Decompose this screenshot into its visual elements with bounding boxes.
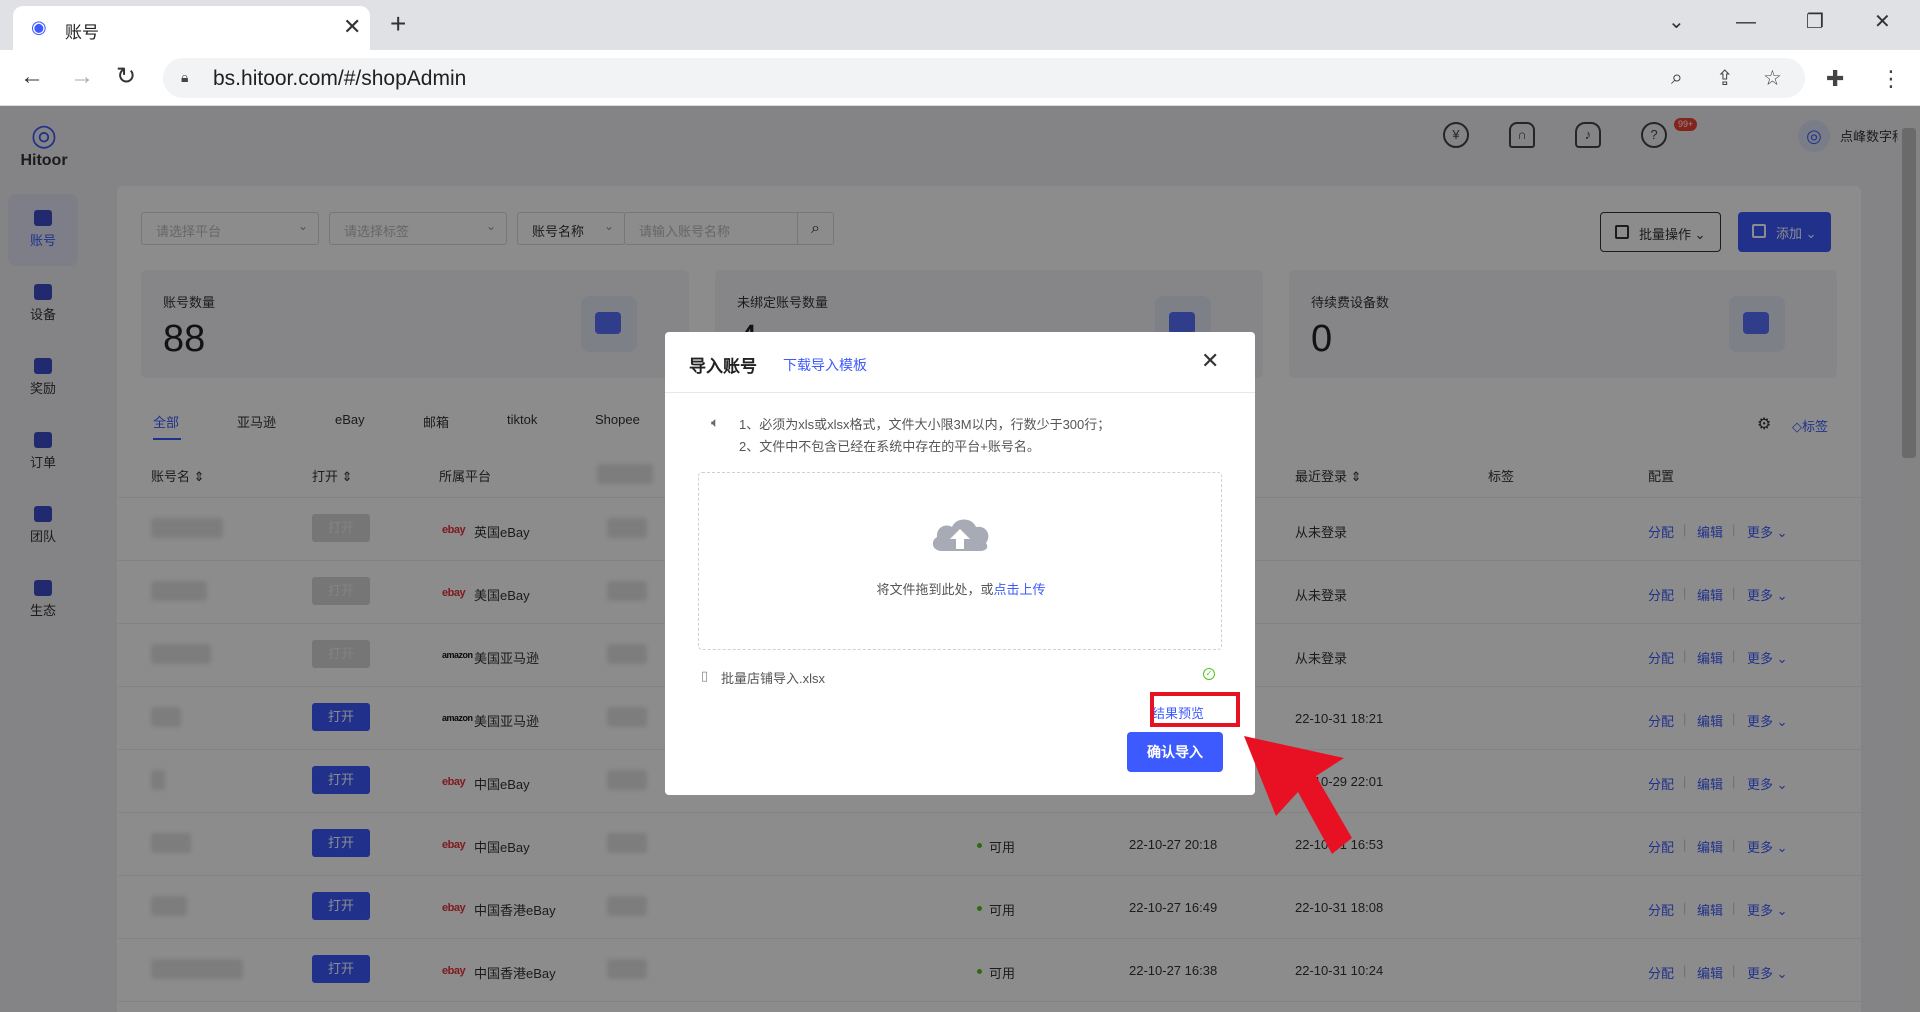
download-template-link[interactable]: 下载导入模板 — [783, 355, 867, 375]
url-text: bs.hitoor.com/#/shopAdmin — [213, 67, 467, 90]
menu-icon[interactable]: ⋮ — [1880, 66, 1902, 92]
forward-icon[interactable]: → — [70, 63, 94, 91]
bookmark-star-icon[interactable]: ☆ — [1763, 66, 1782, 91]
check-circle-icon: ✓ — [1203, 668, 1215, 680]
file-icon: ▯ — [701, 668, 709, 683]
close-icon[interactable]: ✕ — [1201, 348, 1219, 374]
click-upload-link[interactable]: 点击上传 — [994, 582, 1046, 597]
uploaded-file-name[interactable]: 批量店铺导入.xlsx — [721, 668, 825, 687]
cloud-upload-icon — [932, 519, 989, 551]
speaker-icon: 🔈︎ — [711, 414, 720, 430]
minimize-icon[interactable]: — — [1736, 10, 1756, 34]
confirm-import-button[interactable]: 确认导入 — [1127, 732, 1223, 772]
window-close-icon[interactable]: ✕ — [1874, 10, 1891, 34]
reload-icon[interactable]: ↻ — [116, 63, 136, 91]
restore-icon[interactable]: ❐ — [1806, 10, 1824, 34]
drop-text: 将文件拖到此处，或点击上传 — [699, 579, 1223, 598]
browser-tab-strip: ◉ 账号 ✕ + ⌄ — ❐ ✕ — [0, 0, 1920, 50]
modal-title: 导入账号 — [689, 357, 757, 376]
back-icon[interactable]: ← — [20, 63, 44, 91]
tab-search-icon[interactable]: ⌄ — [1668, 10, 1685, 34]
file-dropzone[interactable]: 将文件拖到此处，或点击上传 — [698, 472, 1222, 650]
url-field[interactable]: 🔒︎ bs.hitoor.com/#/shopAdmin ⌕ ⇪ ☆ — [163, 58, 1805, 98]
annotation-arrow-icon — [1244, 736, 1352, 854]
close-tab-icon[interactable]: ✕ — [343, 15, 361, 39]
share-icon[interactable]: ⇪ — [1716, 66, 1734, 91]
highlight-box — [1150, 692, 1240, 727]
modal-divider — [665, 392, 1255, 393]
new-tab-icon[interactable]: + — [390, 9, 406, 39]
extensions-icon[interactable]: ✚ — [1826, 66, 1844, 92]
tab-title: 账号 — [65, 23, 99, 42]
zoom-icon[interactable]: ⌕ — [1671, 66, 1683, 90]
drop-text-label: 将文件拖到此处，或 — [876, 582, 994, 597]
lock-icon: 🔒︎ — [181, 69, 189, 85]
notice-line-1: 1、必须为xls或xlsx格式，文件大小限3M以内，行数少于300行； — [739, 417, 1111, 432]
browser-tab[interactable]: ◉ 账号 ✕ — [13, 6, 370, 50]
import-notice: 1、必须为xls或xlsx格式，文件大小限3M以内，行数少于300行； 2、文件… — [739, 414, 1110, 458]
fingerprint-icon: ◉ — [31, 17, 47, 37]
address-bar: ← → ↻ 🔒︎ bs.hitoor.com/#/shopAdmin ⌕ ⇪ ☆… — [0, 50, 1920, 106]
notice-line-2: 2、文件中不包含已经在系统中存在的平台+账号名。 — [739, 439, 1040, 454]
